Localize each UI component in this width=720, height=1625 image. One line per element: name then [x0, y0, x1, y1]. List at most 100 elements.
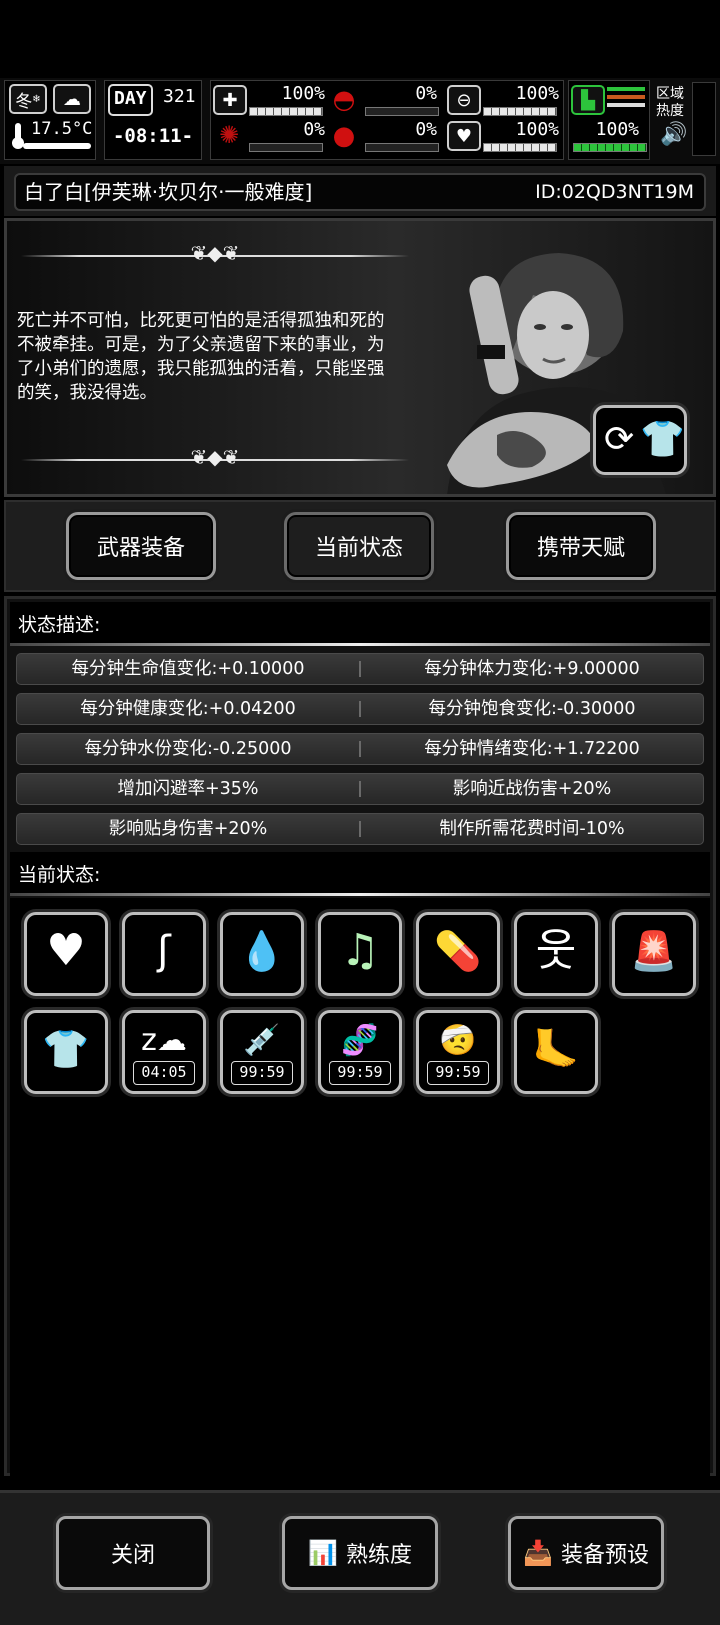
heart-icon: ♥: [447, 121, 481, 151]
alarm-light-icon: 🚨: [630, 929, 678, 973]
status-medicine[interactable]: 💊: [416, 912, 500, 996]
health-value: 100%: [281, 83, 325, 104]
current-status-label: 当前状态:: [18, 864, 101, 886]
status-fast-foot[interactable]: 🦶: [514, 1010, 598, 1094]
stat-water-per-min: 每分钟水份变化:-0.25000: [84, 739, 292, 759]
status-water[interactable]: 💧: [220, 912, 304, 996]
medicine-icon: 💊: [434, 929, 482, 973]
status-desc-separator: [10, 643, 710, 646]
weather-panel[interactable]: 冬 ❄ ☁ 17.5°C: [4, 80, 96, 160]
ornament-top-flourish: ❦◆❦: [190, 241, 240, 265]
area-heat-meter: [692, 82, 716, 156]
status-strong[interactable]: 웃: [514, 912, 598, 996]
day-clock-panel: DAY 321 -08:11-: [104, 80, 202, 160]
tab-current-status[interactable]: 当前状态: [284, 512, 434, 580]
temperature: 17.5°C: [31, 119, 93, 139]
stat-close-damage: 影响贴身伤害+20%: [108, 819, 268, 839]
outfit-swap-button[interactable]: ⟳ 👕: [593, 405, 687, 475]
strong-man-icon: 웃: [535, 925, 577, 976]
status-heart[interactable]: ♥: [24, 912, 108, 996]
thirst-value: 0%: [415, 119, 437, 140]
medkit-icon: ✚: [213, 85, 247, 115]
stat-health-per-min: 每分钟健康变化:+0.04200: [80, 699, 296, 719]
stat-row: 增加闪避率+35% 影响近战伤害+20%: [16, 773, 704, 805]
preset-label: 装备预设: [560, 1543, 649, 1568]
status-dna[interactable]: 🧬 99:59: [318, 1010, 402, 1094]
character-portrait-panel: ❦◆❦ 死亡并不可怕，比死更可怕的是活得孤独和死的不被牵挂。可是，为了父亲遗留下…: [4, 218, 716, 497]
dna-timer: 99:59: [329, 1061, 391, 1085]
status-shirt[interactable]: 👕: [24, 1010, 108, 1094]
preset-icon: 📥: [523, 1539, 553, 1567]
stat-crafting-time: 制作所需花费时间-10%: [439, 819, 625, 839]
status-stomach[interactable]: ʃ: [122, 912, 206, 996]
ornament-bottom-flourish: ❦◆❦: [190, 445, 240, 469]
boot-icon: ▙: [571, 85, 605, 115]
stamina-value: 100%: [595, 119, 639, 140]
medicine-value: 100%: [515, 83, 559, 104]
stat-row: 每分钟水份变化:-0.25000 每分钟情绪变化:+1.72200: [16, 733, 704, 765]
day-label: DAY: [108, 84, 153, 116]
status-alarm[interactable]: 🚨: [612, 912, 696, 996]
heart-value: 100%: [515, 119, 559, 140]
proficiency-button[interactable]: 📊 熟练度: [282, 1516, 438, 1590]
cloud-icon: ☁: [53, 84, 91, 114]
equipment-preset-button[interactable]: 📥 装备预设: [508, 1516, 664, 1590]
stamina-bar: [573, 143, 647, 152]
stat-row: 每分钟健康变化:+0.04200 每分钟饱食变化:-0.30000: [16, 693, 704, 725]
vitals-panel[interactable]: ✚ 100% ◓ 0% ⊖ 100% ✺ 0% ● 0% ♥ 100%: [210, 80, 564, 160]
stomach-icon: ʃ: [157, 928, 171, 974]
wounded-timer: 99:59: [427, 1061, 489, 1085]
close-button[interactable]: 关闭: [56, 1516, 210, 1590]
health-bar: [249, 107, 323, 116]
proficiency-label: 熟练度: [345, 1543, 412, 1568]
sleep-timer: 04:05: [133, 1061, 195, 1085]
day-value: 321: [163, 86, 196, 107]
stat-hp-per-min: 每分钟生命值变化:+0.10000: [71, 659, 305, 679]
stat-satiety-per-min: 每分钟饱食变化:-0.30000: [428, 699, 636, 719]
temperature-bar: [23, 143, 91, 149]
stamina-stripe-2: [607, 95, 645, 99]
current-status-separator: [10, 893, 710, 896]
status-music-heart[interactable]: ♫: [318, 912, 402, 996]
stat-row: 每分钟生命值变化:+0.10000 每分钟体力变化:+9.00000: [16, 653, 704, 685]
music-heart-icon: ♫: [340, 925, 380, 976]
heart-icon: ♥: [46, 925, 86, 976]
stat-row: 影响贴身伤害+20% 制作所需花费时间-10%: [16, 813, 704, 845]
hunger-value: 0%: [415, 83, 437, 104]
status-syringe[interactable]: 💉 99:59: [220, 1010, 304, 1094]
proficiency-icon: 📊: [308, 1539, 338, 1567]
shirt-icon: 👕: [42, 1027, 90, 1071]
mood-bar: [249, 143, 323, 152]
status-desc-header: 状态描述:: [10, 602, 710, 646]
stamina-stripe-1: [607, 87, 645, 91]
close-label: 关闭: [110, 1543, 155, 1568]
status-sleep[interactable]: z☁ 04:05: [122, 1010, 206, 1094]
stamina-panel: ▙ 100%: [568, 80, 650, 160]
stat-mood-per-min: 每分钟情绪变化:+1.72200: [424, 739, 640, 759]
blood-drop-icon: ●: [332, 121, 356, 151]
stat-stamina-per-min: 每分钟体力变化:+9.00000: [424, 659, 640, 679]
medicine-bar: [483, 107, 557, 116]
season-badge: 冬 ❄: [9, 84, 47, 114]
stat-melee-damage: 影响近战伤害+20%: [452, 779, 612, 799]
tab-talents[interactable]: 携带天赋: [506, 512, 656, 580]
character-id: ID:02QD3NT19M: [535, 181, 694, 203]
tab-weapons[interactable]: 武器装备: [66, 512, 216, 580]
shirt-icon: 👕: [640, 419, 685, 460]
status-wounded[interactable]: 🤕 99:59: [416, 1010, 500, 1094]
status-desc-label: 状态描述:: [18, 614, 101, 636]
water-drop-icon: 💧: [238, 929, 286, 973]
character-title: 白了白[伊芙琳·坎贝尔·一般难度]: [24, 180, 313, 204]
stat-dodge: 增加闪避率+35%: [117, 779, 259, 799]
speaker-icon[interactable]: 🔊: [660, 122, 687, 147]
pill-icon: ⊖: [447, 85, 481, 115]
thirst-bar: [365, 143, 439, 152]
clock: -08:11-: [112, 125, 194, 147]
tab-bar: 武器装备 当前状态 携带天赋: [4, 500, 716, 592]
current-status-header: 当前状态:: [10, 852, 710, 896]
area-heat-label: 区域热度: [656, 86, 684, 119]
syringe-timer: 99:59: [231, 1061, 293, 1085]
title-bar: 白了白[伊芙琳·坎贝尔·一般难度] ID:02QD3NT19M: [14, 173, 706, 211]
stamina-stripe-3: [607, 103, 645, 107]
stomach-icon: ◓: [332, 85, 356, 115]
